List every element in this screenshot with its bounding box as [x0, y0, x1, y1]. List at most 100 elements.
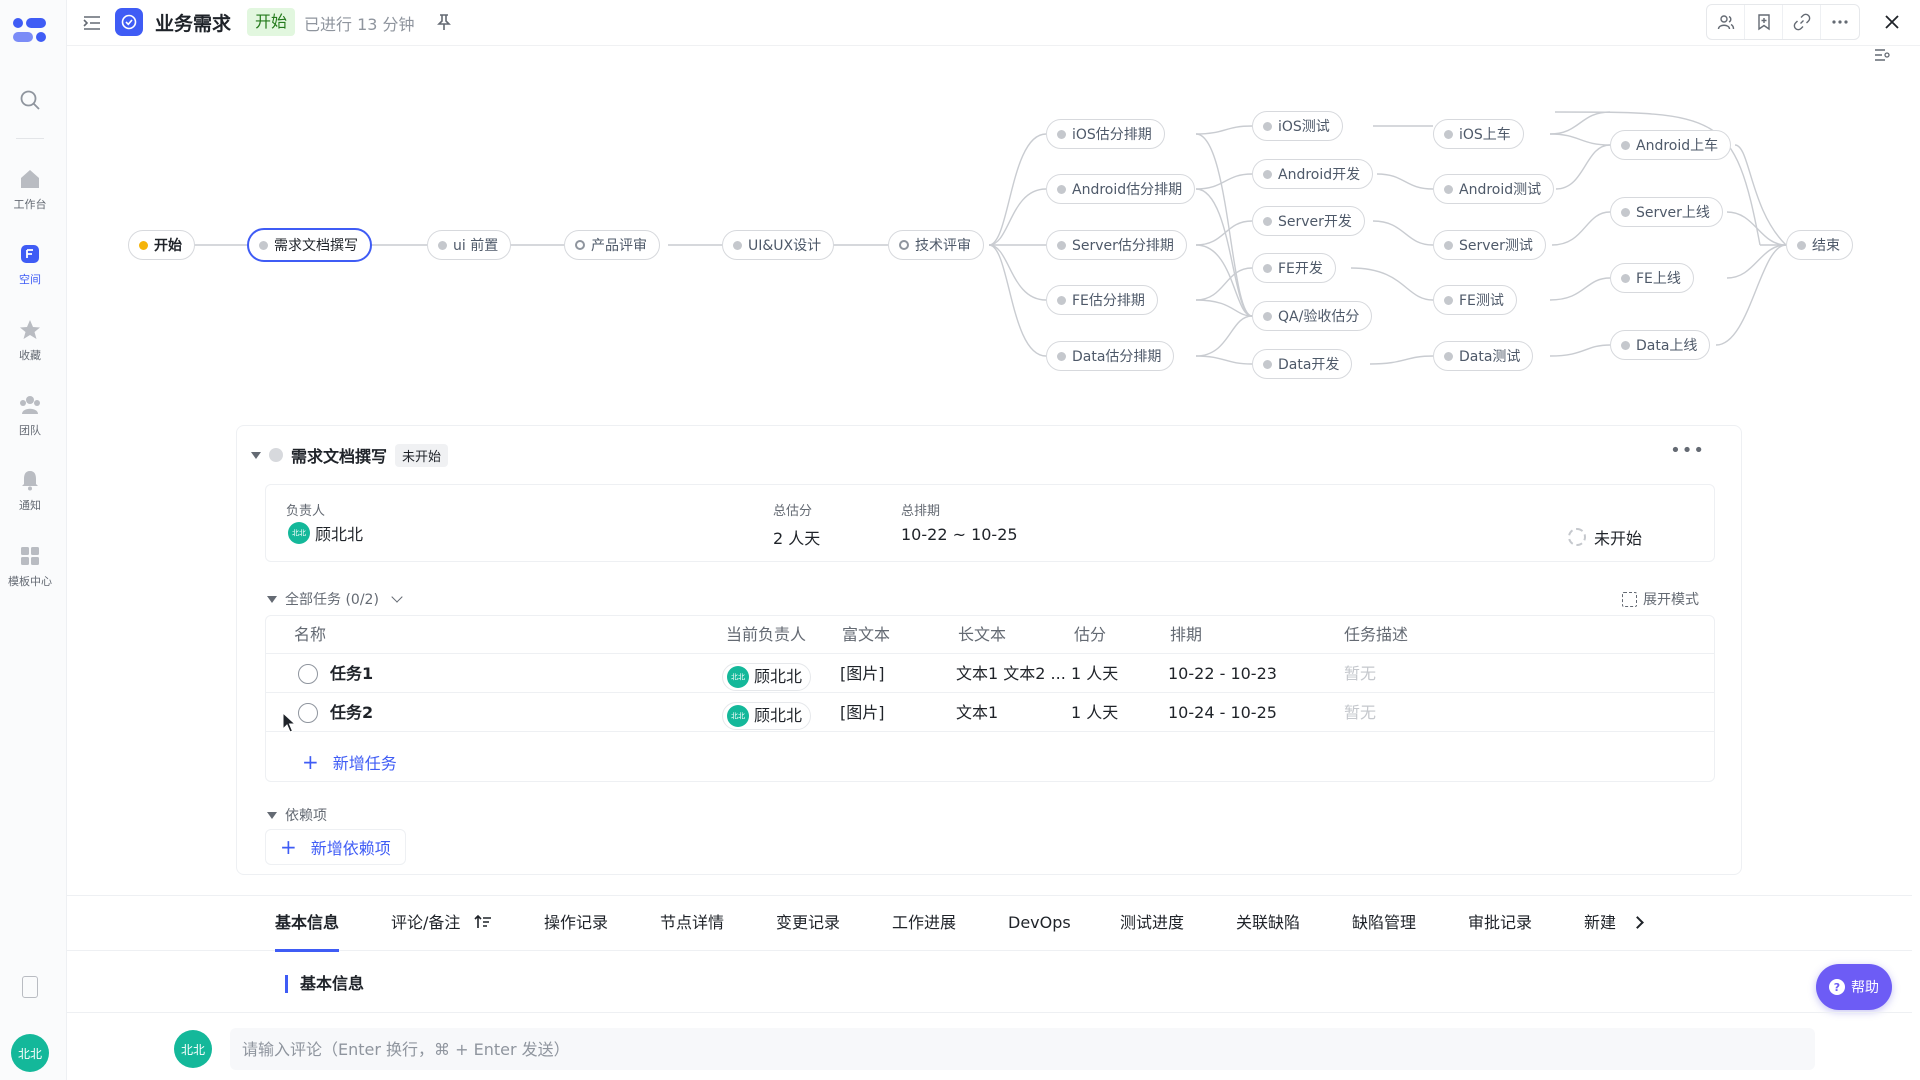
card-header[interactable]: 需求文档撰写 未开始: [251, 443, 449, 467]
flow-node-android-test[interactable]: Android测试: [1433, 174, 1555, 204]
task-checkbox[interactable]: [298, 664, 318, 684]
expand-mode-button[interactable]: 展开模式: [1622, 589, 1699, 609]
flow-node-server-test[interactable]: Server测试: [1433, 230, 1546, 260]
flow-node-server-launch[interactable]: Server上线: [1610, 197, 1723, 227]
flow-node-android-dev[interactable]: Android开发: [1252, 159, 1374, 189]
flow-node-server-est[interactable]: Server估分排期: [1046, 230, 1187, 260]
comment-input[interactable]: [230, 1028, 1815, 1070]
user-avatar[interactable]: 北北: [11, 1034, 49, 1072]
status-badge[interactable]: 开始: [247, 8, 296, 36]
rich-text-cell[interactable]: [图片]: [840, 655, 885, 693]
sidebar-item-space[interactable]: 空间: [0, 242, 60, 287]
outline-list-icon[interactable]: [1874, 48, 1890, 62]
sidebar-item-team[interactable]: 团队: [0, 393, 60, 438]
sidebar-item-workbench[interactable]: 工作台: [0, 167, 60, 212]
sidebar-item-notifications[interactable]: 通知: [0, 468, 60, 513]
sort-icon[interactable]: [473, 914, 492, 930]
tab-defect-management[interactable]: 缺陷管理: [1352, 896, 1416, 950]
owner-cell[interactable]: 北北 顾北北: [722, 655, 812, 693]
star-icon: [20, 320, 40, 339]
flow-node-ui-pre[interactable]: ui 前置: [427, 230, 512, 260]
flow-node-req-doc[interactable]: 需求文档撰写: [247, 228, 372, 262]
flow-node-ios-launch[interactable]: iOS上车: [1433, 119, 1524, 149]
flow-node-end[interactable]: 结束: [1786, 230, 1853, 260]
help-button[interactable]: ? 帮助: [1816, 964, 1892, 1010]
chevron-right-icon[interactable]: [1631, 916, 1644, 929]
pin-icon[interactable]: [433, 11, 455, 33]
more-button[interactable]: [1821, 5, 1859, 39]
close-button[interactable]: [1878, 8, 1906, 36]
tab-new[interactable]: 新建: [1584, 896, 1616, 950]
node-label: FE上线: [1636, 271, 1681, 287]
chevron-down-icon[interactable]: [391, 591, 403, 603]
schedule-value[interactable]: 10-22 ~ 10-25: [901, 525, 1018, 544]
tab-work-progress[interactable]: 工作进展: [892, 896, 956, 950]
estimate-cell[interactable]: 1 人天: [1071, 655, 1118, 693]
add-dependency-label: 新增依赖项: [310, 839, 391, 858]
rich-text-cell[interactable]: [图片]: [840, 694, 885, 732]
tab-node-details[interactable]: 节点详情: [660, 896, 724, 950]
sidebar-item-templates[interactable]: 模板中心: [0, 544, 60, 589]
table-row[interactable]: 任务1 北北 顾北北 [图片] 文本1 文本2 ... 1 人天 10-22 - …: [266, 655, 1714, 693]
flow-node-data-est[interactable]: Data估分排期: [1046, 341, 1175, 371]
flow-node-fe-est[interactable]: FE估分排期: [1046, 285, 1158, 315]
flow-node-data-dev[interactable]: Data开发: [1252, 349, 1353, 379]
tasks-section-header[interactable]: 全部任务 (0/2): [267, 589, 403, 609]
owner-chip[interactable]: 北北 顾北北: [288, 521, 363, 545]
collapse-caret-icon[interactable]: [251, 451, 261, 459]
mobile-icon[interactable]: [22, 976, 38, 998]
flow-node-data-test[interactable]: Data测试: [1433, 341, 1534, 371]
flow-node-start[interactable]: 开始: [128, 230, 195, 260]
description-cell[interactable]: 暂无: [1344, 655, 1376, 693]
owner-cell[interactable]: 北北 顾北北: [722, 694, 812, 732]
status-dot: [899, 240, 909, 250]
flow-node-data-launch[interactable]: Data上线: [1610, 330, 1711, 360]
tab-change-log[interactable]: 变更记录: [776, 896, 840, 950]
add-dependency-button[interactable]: + 新增依赖项: [265, 829, 406, 865]
schedule-cell[interactable]: 10-24 - 10-25: [1168, 694, 1277, 732]
tab-basic-info[interactable]: 基本信息: [275, 896, 340, 952]
flow-node-fe-test[interactable]: FE测试: [1433, 285, 1517, 315]
node-info-box: 负责人 北北 顾北北 总估分 2 人天 总排期 10-22 ~ 10-25 未开…: [265, 484, 1715, 562]
table-row[interactable]: 任务2 北北 顾北北 [图片] 文本1 1 人天 10-24 - 10-25 暂无: [266, 694, 1714, 732]
more-icon[interactable]: •••: [1670, 440, 1705, 461]
flow-node-android-launch[interactable]: Android上车: [1610, 130, 1732, 160]
node-status[interactable]: 未开始: [1568, 525, 1642, 549]
tab-approval-log[interactable]: 审批记录: [1468, 896, 1532, 950]
task-name[interactable]: 任务1: [330, 655, 373, 693]
search-icon[interactable]: [18, 88, 42, 112]
app-logo-icon[interactable]: [11, 14, 49, 46]
tab-operation-log[interactable]: 操作记录: [544, 896, 608, 950]
description-cell[interactable]: 暂无: [1344, 694, 1376, 732]
members-button[interactable]: [1707, 5, 1745, 39]
schedule-cell[interactable]: 10-22 - 10-23: [1168, 655, 1277, 693]
flow-node-fe-dev[interactable]: FE开发: [1252, 253, 1336, 283]
flow-node-uiux[interactable]: UI&UX设计: [722, 230, 835, 260]
estimate-cell[interactable]: 1 人天: [1071, 694, 1118, 732]
long-text-cell[interactable]: 文本1 文本2 ...: [956, 655, 1066, 693]
tab-devops[interactable]: DevOps: [1008, 896, 1071, 950]
collapse-sidebar-icon[interactable]: [81, 12, 103, 34]
task-name[interactable]: 任务2: [330, 694, 373, 732]
tab-comments[interactable]: 评论/备注: [391, 896, 492, 950]
link-button[interactable]: [1783, 5, 1821, 39]
flow-node-tech-review[interactable]: 技术评审: [888, 230, 984, 260]
status-dot: [1057, 295, 1066, 305]
flow-node-ios-test[interactable]: iOS测试: [1252, 111, 1343, 141]
tab-linked-defects[interactable]: 关联缺陷: [1236, 896, 1300, 950]
estimate-value[interactable]: 2 人天: [773, 525, 820, 549]
long-text-cell[interactable]: 文本1: [956, 694, 998, 732]
flow-node-android-est[interactable]: Android估分排期: [1046, 174, 1196, 204]
flow-node-qa-est[interactable]: QA/验收估分: [1252, 301, 1373, 331]
flow-node-ios-est[interactable]: iOS估分排期: [1046, 119, 1165, 149]
add-task-button[interactable]: + 新增任务: [302, 750, 397, 774]
flow-node-server-dev[interactable]: Server开发: [1252, 206, 1365, 236]
task-checkbox[interactable]: [298, 703, 318, 723]
sidebar-item-favorites[interactable]: 收藏: [0, 318, 60, 363]
deps-section-header[interactable]: 依赖项: [267, 805, 327, 825]
bookmark-button[interactable]: [1745, 5, 1783, 39]
flow-node-fe-launch[interactable]: FE上线: [1610, 263, 1694, 293]
flow-node-prod-review[interactable]: 产品评审: [564, 230, 660, 260]
tab-test-progress[interactable]: 测试进度: [1120, 896, 1184, 950]
sidebar-item-label: 团队: [19, 424, 41, 437]
